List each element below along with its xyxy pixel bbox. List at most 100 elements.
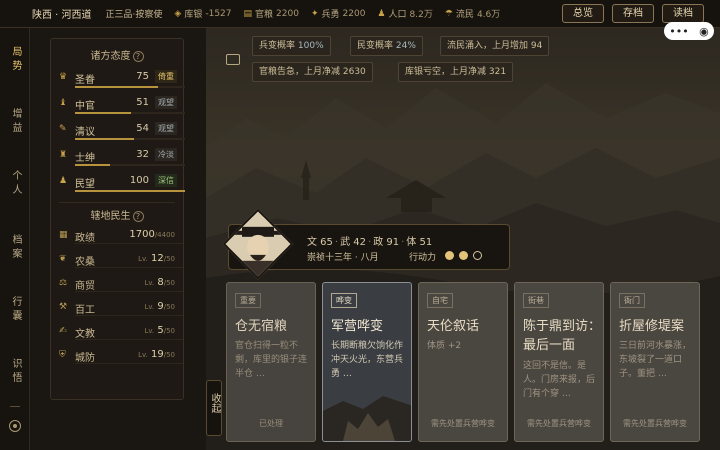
- location-label: 陕西 · 河西道: [32, 10, 92, 21]
- card-title: 陈于鼎到访：最后一面: [523, 319, 602, 353]
- gentry-icon: ♜: [59, 150, 68, 160]
- grain-icon: ▤: [243, 8, 253, 19]
- education-icon: ✍: [59, 326, 67, 336]
- defense-icon: ⛨: [59, 350, 66, 360]
- livelihood-row[interactable]: ⚖ 商贸 Lv. 8/50: [57, 274, 183, 298]
- status-badge: 深信: [155, 174, 177, 187]
- card-description: 体质 +2: [427, 341, 462, 351]
- card-title: 仓无宿粮: [235, 319, 288, 334]
- trade-icon: ⚖: [59, 278, 68, 288]
- card-tag: 街巷: [523, 293, 549, 308]
- card-tag: 哗变: [331, 293, 357, 308]
- faction-row[interactable]: ♟ 民望 100 深信: [57, 172, 185, 198]
- event-card[interactable]: 哗变 军营哗变 长期断粮欠饷化作冲天火光，东营兵勇 …: [322, 282, 412, 442]
- help-icon[interactable]: ?: [132, 51, 144, 62]
- status-badge: 观望: [155, 96, 177, 109]
- livelihood-row[interactable]: ✍ 文教 Lv. 5/50: [57, 322, 183, 346]
- top-bar: 陕西 · 河西道 正三品·按察使 ◈ 库银 -1527 ▤ 官粮 2200 ✦ 兵勇 220…: [0, 0, 720, 28]
- event-card[interactable]: 自宅 天伦叙话 体质 +2 需先处置兵营哗变: [418, 282, 508, 442]
- save-button[interactable]: 存档: [612, 4, 654, 23]
- target-icon[interactable]: [9, 420, 21, 432]
- progress-bar: [75, 164, 185, 166]
- status-badge: 倚重: [155, 70, 177, 83]
- chat-icon[interactable]: [226, 54, 240, 65]
- action-points-label: 行动力: [409, 253, 437, 263]
- fire-camp-illustration: [323, 396, 411, 441]
- crown-icon: ♛: [59, 72, 68, 82]
- event-card[interactable]: 重要 仓无宿粮 官仓扫得一粒不剩，库里的银子连半仓 … 已处理: [226, 282, 316, 442]
- stat-population: ♟ 人口 8.2万: [377, 8, 433, 21]
- event-card[interactable]: 衙门 折屋修堤案 三日前河水暴涨，东坡裂了一道口子。董把 … 需先处置兵营哗变: [610, 282, 700, 442]
- action-point-filled: [445, 251, 454, 260]
- official-portrait-icon: [228, 216, 288, 277]
- alert-chip[interactable]: 兵变概率 100%: [252, 36, 331, 56]
- card-description: 这回不是信。是人。门房来报，后门有个穿 …: [523, 361, 596, 399]
- more-icon[interactable]: •••: [669, 25, 688, 38]
- card-footer: 需先处置兵营哗变: [431, 419, 495, 428]
- left-nav: 局势 增益 个人 档案 行囊 识悟: [0, 28, 30, 450]
- people-icon: ♟: [377, 8, 386, 19]
- miniapp-capsule[interactable]: ••• ◉: [664, 22, 714, 40]
- overview-button[interactable]: 总览: [562, 4, 604, 23]
- nav-insight[interactable]: 识悟: [0, 358, 30, 390]
- card-title: 军营哗变: [331, 319, 384, 334]
- event-card[interactable]: 街巷 陈于鼎到访：最后一面 这回不是信。是人。门房来报，后门有个穿 … 需先处置…: [514, 282, 604, 442]
- faction-row[interactable]: ♝ 中官 51 观望: [57, 94, 185, 120]
- stat-refugees: ☂ 流民 4.6万: [444, 8, 501, 21]
- faction-row[interactable]: ♛ 圣眷 75 倚重: [57, 68, 185, 94]
- eunuch-icon: ♝: [59, 98, 68, 108]
- stat-silver: ◈ 库银 -1527: [174, 8, 232, 21]
- alert-chip[interactable]: 官粮告急，上月净减 2630: [252, 62, 373, 82]
- card-footer: 需先处置兵营哗变: [527, 419, 591, 428]
- card-footer: 需先处置兵营哗变: [623, 419, 687, 428]
- progress-bar: [75, 138, 185, 140]
- divider: [59, 202, 175, 203]
- refugee-icon: ☂: [444, 8, 453, 19]
- card-title: 天伦叙话: [427, 319, 480, 334]
- governance-icon: ▦: [59, 230, 68, 240]
- livelihood-row[interactable]: ⚒ 百工 Lv. 9/50: [57, 298, 183, 322]
- card-tag: 重要: [235, 293, 261, 308]
- alert-chip[interactable]: 流民涌入，上月增加 94: [440, 36, 550, 56]
- date-label: 崇祯十三年 · 八月: [307, 253, 379, 263]
- rank-label: 正三品·按察使: [105, 10, 163, 20]
- nav-buffs[interactable]: 增益: [0, 108, 30, 140]
- alert-chip[interactable]: 库银亏空，上月净减 321: [398, 62, 514, 82]
- scholar-icon: ✎: [59, 124, 67, 134]
- livelihood-row[interactable]: ▦ 政绩 1700/4400: [57, 226, 183, 250]
- soldier-icon: ✦: [310, 8, 319, 19]
- action-point-filled: [459, 251, 468, 260]
- progress-bar: [75, 190, 185, 192]
- status-badge: 冷淡: [155, 148, 177, 161]
- nav-situation[interactable]: 局势: [0, 46, 30, 78]
- card-description: 长期断粮欠饷化作冲天火光，东营兵勇 …: [331, 341, 404, 379]
- progress-bar: [75, 86, 185, 88]
- nav-divider: [10, 406, 20, 407]
- factions-title: 诸方态度?: [51, 47, 183, 62]
- faction-row[interactable]: ✎ 清议 54 观望: [57, 120, 185, 146]
- status-panel: 诸方态度? ♛ 圣眷 75 倚重 ♝ 中官 51 观望 ✎ 清议 54 观望 ♜…: [50, 38, 185, 400]
- stat-grain: ▤ 官粮 2200: [243, 8, 299, 21]
- livelihood-row[interactable]: ❦ 农桑 Lv. 12/50: [57, 250, 183, 274]
- alert-chip[interactable]: 民变概率 24%: [350, 36, 423, 56]
- attributes: 文 65 · 武 42 · 政 91 · 体 51: [307, 237, 433, 248]
- resource-stats: ◈ 库银 -1527 ▤ 官粮 2200 ✦ 兵勇 2200 ♟ 人口 8.2万 ☂ 流民 4.6万: [174, 7, 501, 21]
- nav-archive[interactable]: 档案: [0, 234, 30, 266]
- card-title: 折屋修堤案: [619, 319, 685, 334]
- card-tag: 衙门: [619, 293, 645, 308]
- character-card[interactable]: 文 65 · 武 42 · 政 91 · 体 51 崇祯十三年 · 八月 行动力: [222, 208, 510, 280]
- livelihood-row[interactable]: ⛨ 城防 Lv. 19/50: [57, 346, 183, 370]
- farm-icon: ❦: [59, 254, 67, 264]
- faction-row[interactable]: ♜ 士绅 32 冷淡: [57, 146, 185, 172]
- load-button[interactable]: 读档: [662, 4, 704, 23]
- help-icon[interactable]: ?: [132, 211, 144, 222]
- card-description: 官仓扫得一粒不剩，库里的银子连半仓 …: [235, 341, 308, 379]
- collapse-button[interactable]: 收起: [206, 380, 222, 436]
- coin-icon: ◈: [174, 8, 182, 19]
- action-point-empty: [473, 251, 482, 260]
- card-tag: 自宅: [427, 293, 453, 308]
- close-target-icon[interactable]: ◉: [699, 25, 709, 38]
- craft-icon: ⚒: [59, 302, 68, 312]
- nav-bag[interactable]: 行囊: [0, 296, 30, 328]
- nav-personal[interactable]: 个人: [0, 170, 30, 202]
